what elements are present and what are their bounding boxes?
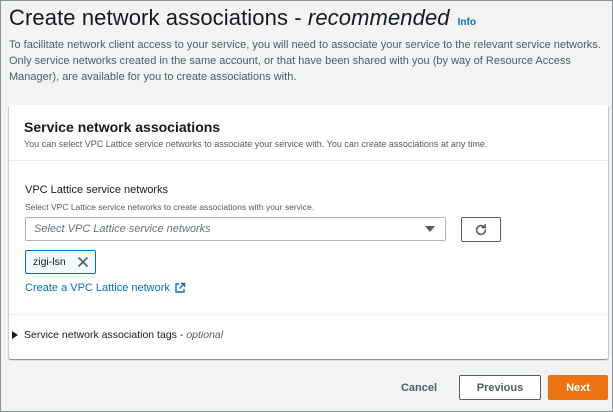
close-icon[interactable]: [76, 255, 90, 269]
page-title: Create network associations - recommende…: [9, 5, 450, 31]
caret-down-icon: [425, 226, 435, 232]
field-description: Select VPC Lattice service networks to c…: [25, 202, 315, 212]
page-title-emphasis: recommended: [307, 5, 450, 30]
expander-optional: optional: [186, 329, 224, 341]
selected-token-zigi-lsn: zigi-lsn: [25, 250, 96, 274]
page-header: Create network associations - recommende…: [9, 5, 609, 85]
tags-expander[interactable]: Service network association tags - optio…: [12, 329, 223, 341]
service-network-associations-panel: Service network associations You can sel…: [9, 105, 608, 359]
token-label: zigi-lsn: [33, 256, 66, 268]
panel-header: Service network associations You can sel…: [9, 105, 608, 161]
service-networks-select[interactable]: Select VPC Lattice service networks: [25, 217, 446, 241]
previous-button[interactable]: Previous: [459, 375, 541, 400]
caret-right-icon: [12, 331, 18, 339]
cancel-button[interactable]: Cancel: [389, 375, 449, 400]
create-vpc-lattice-network-link[interactable]: Create a VPC Lattice network: [25, 282, 186, 294]
title-row: Create network associations - recommende…: [9, 5, 609, 31]
page-title-text: Create network associations -: [9, 5, 308, 30]
refresh-button[interactable]: [461, 217, 501, 242]
refresh-icon: [475, 223, 487, 235]
expander-label: Service network association tags -: [24, 329, 184, 341]
info-link[interactable]: Info: [458, 17, 476, 28]
create-link-label: Create a VPC Lattice network: [25, 282, 170, 294]
field-label: VPC Lattice service networks: [25, 184, 169, 196]
panel-description: You can select VPC Lattice service netwo…: [24, 139, 488, 149]
page-description: To facilitate network client access to y…: [9, 39, 601, 83]
external-link-icon: [174, 282, 186, 294]
divider: [9, 314, 608, 315]
next-button[interactable]: Next: [548, 375, 608, 400]
panel-title: Service network associations: [24, 119, 221, 135]
select-placeholder: Select VPC Lattice service networks: [34, 223, 211, 235]
